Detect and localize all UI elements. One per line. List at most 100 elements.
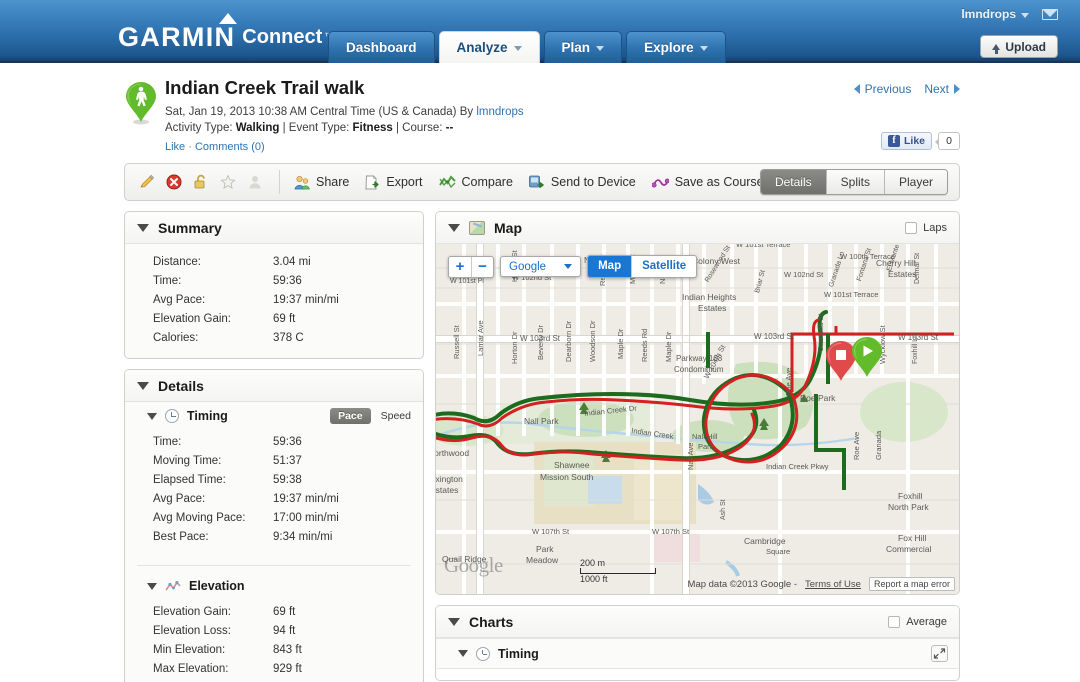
garmin-connect-logo[interactable]: GARMIN Connect ™ <box>118 13 333 52</box>
share-button[interactable]: Share <box>294 175 349 190</box>
nav-tab-explore[interactable]: Explore <box>626 31 726 63</box>
nav-tab-analyze[interactable]: Analyze <box>438 31 540 63</box>
elevation-min-label: Min Elevation: <box>153 644 226 656</box>
next-activity-button[interactable]: Next <box>924 82 960 96</box>
map-type-switcher: Map Satellite <box>587 255 698 278</box>
timing-elapsed-time-label: Elapsed Time: <box>153 474 226 486</box>
envelope-icon[interactable] <box>1042 8 1058 20</box>
laps-checkbox[interactable] <box>905 221 918 234</box>
scale-imperial-label: 1000 ft <box>580 574 608 584</box>
timing-time-value: 59:36 <box>273 436 302 448</box>
map-label: Indian Creek <box>630 426 675 441</box>
details-section-elevation-header: Elevation <box>125 572 423 600</box>
timing-avg-moving-pace-value: 17:00 min/mi <box>273 512 339 524</box>
summary-row-calories: Calories: 378 C <box>125 329 423 348</box>
elevation-row-max: Max Elevation: 929 ft <box>125 660 423 679</box>
unlock-icon[interactable] <box>193 174 209 190</box>
charts-title: Charts <box>469 613 514 630</box>
start-marker-icon[interactable] <box>850 336 884 380</box>
user-menu[interactable]: lmndrops <box>961 7 1029 21</box>
map-label: Roe Ave <box>784 367 793 396</box>
collapse-triangle-icon[interactable] <box>147 412 157 420</box>
expand-icon[interactable] <box>931 645 948 662</box>
summary-time-value: 59:36 <box>273 275 302 287</box>
summary-avg-pace-value: 19:37 min/mi <box>273 294 339 306</box>
collapse-triangle-icon[interactable] <box>147 582 157 590</box>
collapse-triangle-icon[interactable] <box>137 381 149 390</box>
map-label: Roe Ave <box>852 431 861 460</box>
map-type-map[interactable]: Map <box>588 256 632 277</box>
report-map-error-button[interactable]: Report a map error <box>868 577 955 591</box>
details-panel: Details Timing Pace Speed Time: 59:36 Mo… <box>124 369 424 682</box>
send-to-device-button[interactable]: Send to Device <box>529 175 636 189</box>
activity-course-label: | Course: <box>392 122 446 134</box>
prev-next-navigation: Previous Next <box>853 82 960 96</box>
upload-button[interactable]: Upload <box>980 35 1058 58</box>
like-link[interactable]: Like <box>165 141 185 153</box>
timing-row-best-pace: Best Pace: 9:34 min/mi <box>125 528 423 547</box>
export-button[interactable]: Export <box>365 174 423 190</box>
average-checkbox[interactable] <box>888 615 901 628</box>
map-label: Shawnee <box>554 460 590 470</box>
facebook-like-button[interactable]: f Like <box>880 132 932 150</box>
user-account-area: lmndrops <box>961 7 1058 21</box>
map-label: Reeds Rd <box>640 328 649 362</box>
collapse-triangle-icon[interactable] <box>448 617 460 626</box>
map-label: Foxhill <box>898 491 923 501</box>
upload-button-label: Upload <box>1005 39 1046 54</box>
collapse-triangle-icon[interactable] <box>137 223 149 232</box>
nav-tab-plan[interactable]: Plan <box>543 31 623 63</box>
timing-chart-canvas[interactable] <box>437 668 958 680</box>
collapse-triangle-icon[interactable] <box>458 650 468 657</box>
map-label: Maple Dr <box>664 331 673 362</box>
elevation-max-value: 929 ft <box>273 663 302 675</box>
edit-pencil-icon[interactable] <box>139 174 155 190</box>
map-label: Estates <box>436 485 459 495</box>
timing-time-label: Time: <box>153 436 182 448</box>
map-label: Northwood <box>436 448 470 458</box>
clock-icon <box>165 409 179 423</box>
map-provider-dropdown[interactable]: Google <box>500 256 582 277</box>
activity-action-toolbar: Share Export Compare Send to Device Save… <box>124 163 960 201</box>
chevron-down-icon <box>564 264 573 269</box>
activity-author-link[interactable]: lmndrops <box>476 106 523 118</box>
favorite-star-icon[interactable] <box>220 174 236 190</box>
timing-section-title: Timing <box>187 409 228 423</box>
activity-type-value: Walking <box>235 122 280 134</box>
map-type-satellite[interactable]: Satellite <box>631 256 696 277</box>
tab-player[interactable]: Player <box>883 170 947 194</box>
map-label: Woodson Dr <box>588 320 597 362</box>
activity-meta-row: Activity Type: Walking | Event Type: Fit… <box>165 122 453 134</box>
comments-link[interactable]: Comments (0) <box>195 141 265 153</box>
map-label: Commercial <box>886 544 932 554</box>
facebook-like-count: 0 <box>935 132 960 150</box>
save-as-course-button[interactable]: Save as Course <box>651 175 764 189</box>
tab-details[interactable]: Details <box>760 170 826 194</box>
map-canvas[interactable]: W 101st PlW 102nd StNall HillsColony Wes… <box>436 244 959 594</box>
toggle-pace[interactable]: Pace <box>330 408 371 424</box>
privacy-person-icon[interactable] <box>247 174 263 190</box>
zoom-out-button[interactable]: − <box>471 256 493 277</box>
compare-button[interactable]: Compare <box>438 175 513 189</box>
timing-best-pace-value: 9:34 min/mi <box>273 531 333 543</box>
details-title: Details <box>158 377 204 394</box>
delete-icon[interactable] <box>166 174 182 190</box>
map-label: Briar St <box>754 269 767 294</box>
summary-stats-list: Distance: 3.04 mi Time: 59:36 Avg Pace: … <box>125 244 423 358</box>
previous-activity-button[interactable]: Previous <box>853 82 911 96</box>
collapse-triangle-icon[interactable] <box>448 223 460 232</box>
zoom-in-button[interactable]: + <box>449 257 471 277</box>
share-label: Share <box>316 175 350 189</box>
toggle-speed[interactable]: Speed <box>381 410 411 422</box>
facebook-like-widget: f Like 0 <box>880 132 960 150</box>
terms-of-use-link[interactable]: Terms of Use <box>805 579 861 590</box>
activity-header: Indian Creek Trail walk Sat, Jan 19, 201… <box>124 77 960 155</box>
timing-row-moving-time: Moving Time: 51:37 <box>125 452 423 471</box>
tab-splits[interactable]: Splits <box>825 170 884 194</box>
map-label: Park <box>536 544 554 554</box>
logo-garmin-label: GARMIN <box>118 22 236 52</box>
nav-tab-dashboard[interactable]: Dashboard <box>328 31 435 63</box>
timing-stats-list: Time: 59:36 Moving Time: 51:37 Elapsed T… <box>125 430 423 557</box>
right-column: Map Laps W 101st Pl W 102nd St Colony We… <box>435 211 960 682</box>
logo-connect-label: Connect <box>242 26 323 48</box>
